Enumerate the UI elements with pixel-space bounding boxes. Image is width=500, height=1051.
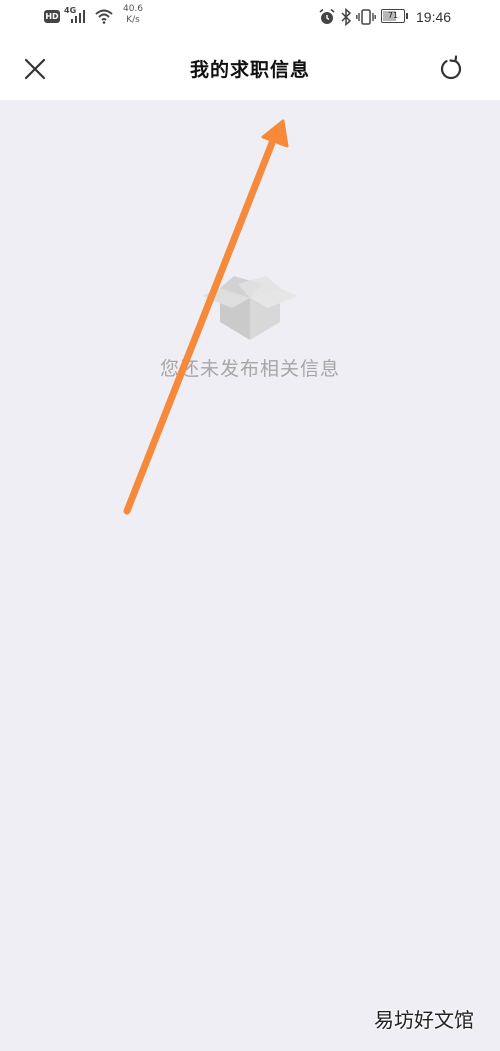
annotation-arrow-head: [261, 119, 289, 148]
close-button[interactable]: [20, 54, 50, 84]
battery-icon: 71: [381, 9, 405, 23]
close-icon: [24, 58, 46, 80]
network-speed: 40.6 K/s: [118, 4, 148, 26]
battery-cap: [406, 13, 408, 19]
status-bar: HD 4G 40.6 K/s 71 19:46: [0, 0, 500, 36]
hd-badge: HD: [44, 10, 60, 23]
wifi-icon: [95, 9, 113, 24]
alarm-icon: [319, 8, 335, 24]
network-speed-value: 40.6: [122, 4, 144, 14]
bluetooth-icon: [341, 8, 352, 26]
annotation-arrow: [123, 119, 289, 515]
watermark-text: 易坊好文馆: [374, 1008, 474, 1032]
empty-box-icon: [202, 276, 298, 340]
refresh-icon: [440, 55, 462, 80]
refresh-button[interactable]: [436, 54, 466, 84]
navigation-bar: 我的求职信息: [0, 36, 500, 100]
status-time: 19:46: [416, 9, 452, 25]
network-speed-unit: K/s: [126, 15, 140, 25]
vibrate-icon: [356, 9, 376, 25]
battery-level: 71: [387, 11, 399, 20]
empty-state: 您还未发布相关信息: [0, 270, 500, 381]
page-title: 我的求职信息: [189, 59, 310, 81]
empty-message: 您还未发布相关信息: [159, 358, 340, 380]
signal-icon: [71, 10, 85, 23]
